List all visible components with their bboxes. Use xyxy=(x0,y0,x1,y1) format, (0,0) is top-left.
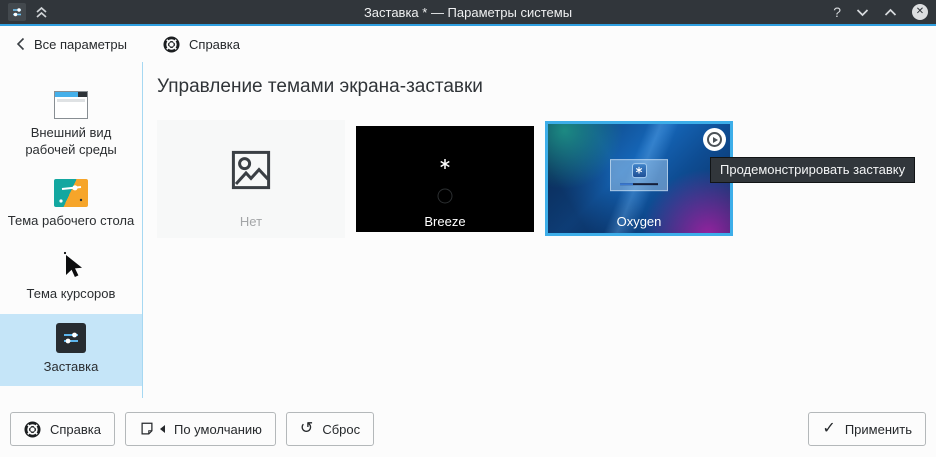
theme-name: Нет xyxy=(239,214,263,229)
back-all-settings-button[interactable]: Все параметры xyxy=(16,37,127,52)
avatar-placeholder xyxy=(437,188,453,204)
apply-button-label: Применить xyxy=(844,421,912,437)
window-title: Заставка * — Параметры системы xyxy=(363,4,573,20)
theme-tile-breeze[interactable]: Breeze xyxy=(356,126,534,232)
theme-tile-none[interactable]: Нет xyxy=(157,120,345,238)
theme-name: Oxygen xyxy=(616,214,662,229)
help-button[interactable]: Справка xyxy=(10,412,115,446)
main-content: Управление темами экрана-заставки Нет Br… xyxy=(143,62,936,398)
undo-icon: ↺ xyxy=(299,420,314,437)
sliders-icon xyxy=(13,8,21,17)
cursor-theme-icon xyxy=(63,251,82,277)
page-title: Управление темами экрана-заставки xyxy=(157,76,483,97)
help-button-label: Справка xyxy=(50,421,101,437)
sidebar-item-label: Заставка xyxy=(43,358,99,374)
maximize-icon[interactable] xyxy=(884,8,897,17)
toolbar-help-label: Справка xyxy=(189,36,241,52)
sidebar-item-cursor-theme[interactable]: Тема курсоров xyxy=(0,241,142,314)
defaults-button[interactable]: По умолчанию xyxy=(125,412,276,446)
titlebar: Заставка * — Параметры системы ? ✕ xyxy=(0,0,936,26)
desktop-appearance-icon xyxy=(54,91,88,119)
minimize-icon[interactable] xyxy=(856,8,869,17)
kde-spark-icon xyxy=(440,159,450,170)
defaults-button-label: По умолчанию xyxy=(174,421,262,437)
tooltip: Продемонстрировать заставку xyxy=(710,157,916,183)
reset-button-label: Сброс xyxy=(322,421,361,437)
titlebar-help-button[interactable]: ? xyxy=(833,4,841,20)
checkmark-icon: ✓ xyxy=(822,420,836,437)
app-icon-screen-locker[interactable] xyxy=(8,3,26,21)
system-settings-window: Заставка * — Параметры системы ? ✕ Все п… xyxy=(0,0,936,457)
document-revert-icon xyxy=(141,422,153,435)
image-placeholder-icon xyxy=(231,150,271,189)
sidebar-item-label: Тема рабочего стола xyxy=(7,212,135,228)
preview-play-button[interactable] xyxy=(703,128,726,151)
apply-button[interactable]: ✓ Применить xyxy=(808,412,926,446)
play-icon xyxy=(707,132,722,147)
sidebar-item-desktop-theme[interactable]: Тема рабочего стола xyxy=(0,170,142,241)
back-label: Все параметры xyxy=(34,36,128,52)
sidebar-item-workspace-appearance[interactable]: Внешний вид рабочей среды xyxy=(0,82,142,170)
screen-locker-icon xyxy=(56,322,86,353)
lifebuoy-help-icon xyxy=(24,420,41,438)
reset-button[interactable]: ↺ Сброс xyxy=(285,412,375,446)
lifebuoy-help-icon xyxy=(163,35,180,53)
chevron-left-icon xyxy=(16,37,25,51)
password-field-preview xyxy=(620,182,658,185)
sidebar: Внешний вид рабочей среды Тема рабочего … xyxy=(0,62,143,398)
sidebar-item-label: Внешний вид рабочей среды xyxy=(25,125,117,157)
theme-tile-oxygen[interactable]: Oxygen xyxy=(545,121,733,236)
kde-logo-icon xyxy=(631,162,647,178)
desktop-theme-icon xyxy=(54,178,88,207)
keep-above-icon[interactable] xyxy=(35,6,48,19)
sidebar-item-label: Тема курсоров xyxy=(26,285,116,301)
toolbar: Все параметры Справка xyxy=(0,26,936,62)
window-body: Внешний вид рабочей среды Тема рабочего … xyxy=(0,62,936,398)
login-dialog-preview xyxy=(610,158,668,191)
sidebar-item-screen-locker[interactable]: Заставка xyxy=(0,313,142,387)
theme-name: Breeze xyxy=(424,214,466,229)
arrow-left-icon xyxy=(160,425,165,433)
toolbar-help-button[interactable]: Справка xyxy=(163,35,241,53)
close-icon[interactable]: ✕ xyxy=(912,4,928,20)
footer-buttons: Справка По умолчанию ↺ Сброс ✓ Применить xyxy=(0,398,936,455)
